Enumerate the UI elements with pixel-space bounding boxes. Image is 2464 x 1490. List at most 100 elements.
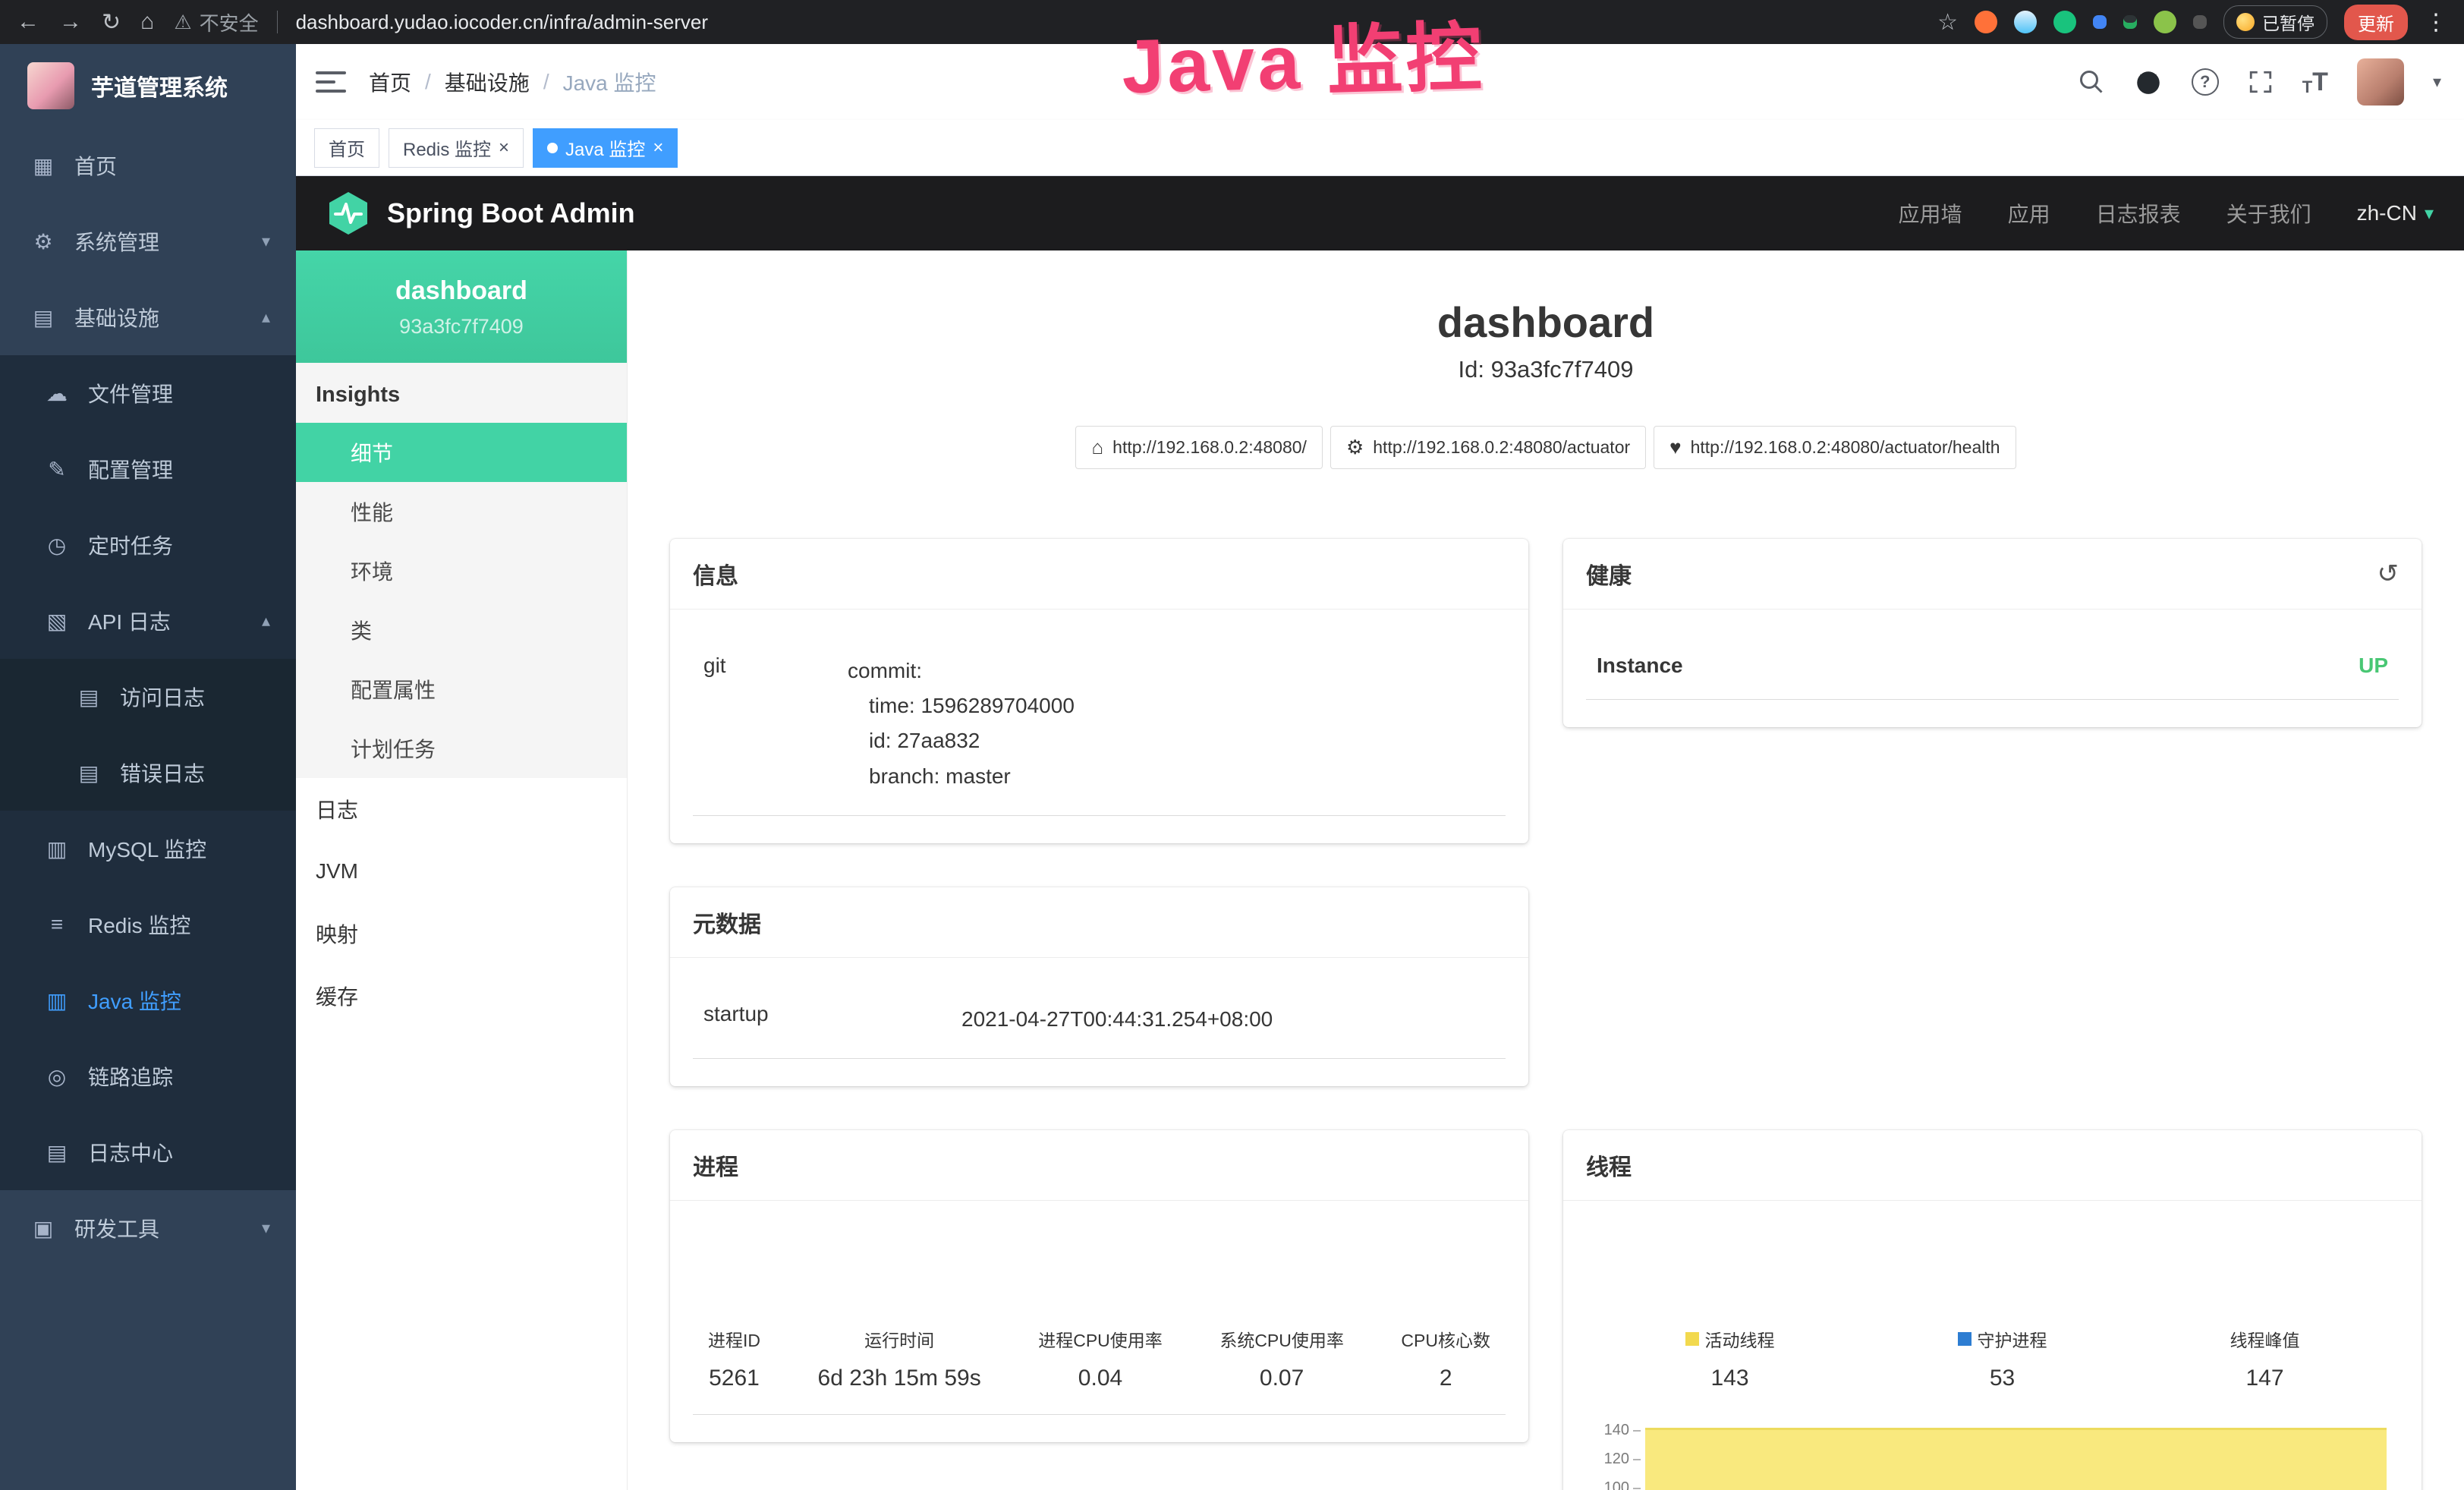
security-label: 不安全: [200, 8, 259, 36]
instance-id: 93a3fc7f7409: [304, 315, 619, 339]
sba-brand[interactable]: Spring Boot Admin: [387, 197, 635, 229]
sba-nav-applications[interactable]: 应用: [2008, 198, 2050, 228]
avatar-caret-icon[interactable]: ▾: [2433, 72, 2441, 92]
sba-item-classes[interactable]: 类: [296, 600, 627, 660]
sba-item-logs[interactable]: 日志: [296, 778, 627, 840]
close-icon[interactable]: ×: [499, 139, 509, 157]
leaf-extension-icon[interactable]: [2154, 11, 2176, 33]
daemon-threads-swatch: [1958, 1332, 1972, 1346]
health-url-link[interactable]: ♥ http://192.168.0.2:48080/actuator/heal…: [1654, 426, 2016, 469]
admin-topbar: 首页 / 基础设施 / Java 监控 ?: [296, 44, 2464, 120]
home-icon[interactable]: ⌂: [140, 9, 154, 35]
service-url-link[interactable]: ⌂ http://192.168.0.2:48080/: [1075, 426, 1323, 469]
sidebar-item-access-log[interactable]: ▤ 访问日志: [0, 659, 296, 735]
info-card: 信息 git commit: time: 1596289704000 id: 2…: [670, 539, 1528, 843]
github-icon[interactable]: [2134, 68, 2163, 96]
sidebar-item-redis-monitor[interactable]: ≡ Redis 监控: [0, 887, 296, 962]
user-avatar[interactable]: [2357, 58, 2404, 106]
extension-icon-1[interactable]: [1975, 11, 1997, 33]
caret-down-icon: ▾: [2425, 203, 2434, 225]
breadcrumb-home[interactable]: 首页: [369, 67, 411, 97]
sba-item-metrics[interactable]: 性能: [296, 482, 627, 541]
tab-redis-monitor[interactable]: Redis 监控 ×: [389, 128, 524, 168]
sidebar-item-system[interactable]: ⚙ 系统管理 ▾: [0, 203, 296, 279]
reload-icon[interactable]: ↻: [102, 9, 121, 36]
fullscreen-icon[interactable]: [2248, 69, 2274, 95]
app-logo[interactable]: 芋道管理系统: [0, 44, 296, 128]
history-icon[interactable]: ↺: [2377, 559, 2399, 589]
search-icon[interactable]: [2078, 68, 2105, 96]
extension-icon-2[interactable]: [2014, 11, 2037, 33]
extension-icon-3[interactable]: [2053, 11, 2076, 33]
sidebar-item-log-center[interactable]: ▤ 日志中心: [0, 1114, 296, 1190]
monitor-icon: ▥: [44, 988, 70, 1013]
gear-icon: ⚙: [30, 229, 56, 254]
browser-menu-icon[interactable]: ⋮: [2425, 9, 2447, 36]
sba-item-mappings[interactable]: 映射: [296, 903, 627, 965]
home-icon: ⌂: [1091, 436, 1103, 459]
page-url: dashboard.yudao.iocoder.cn/infra/admin-s…: [296, 11, 708, 34]
health-card-title: 健康: [1586, 557, 1632, 591]
sidebar-item-mysql-monitor[interactable]: ▥ MySQL 监控: [0, 811, 296, 887]
sidebar-item-dev-tools[interactable]: ▣ 研发工具 ▾: [0, 1190, 296, 1266]
breadcrumb-infra[interactable]: 基础设施: [445, 67, 530, 97]
metadata-card-title: 元数据: [693, 906, 761, 939]
sba-nav-journal[interactable]: 日志报表: [2096, 198, 2181, 228]
address-bar[interactable]: ⚠ 不安全 dashboard.yudao.iocoder.cn/infra/a…: [174, 8, 708, 36]
sba-item-caches[interactable]: 缓存: [296, 965, 627, 1027]
instance-header[interactable]: dashboard 93a3fc7f7409: [296, 250, 627, 363]
live-threads-area: [1645, 1428, 2387, 1490]
threads-chart: 140 120 100: [1586, 1422, 2399, 1490]
omnibox-divider: [277, 11, 278, 33]
paused-badge[interactable]: 已暂停: [2223, 5, 2327, 39]
back-icon[interactable]: ←: [17, 9, 39, 35]
extension-icon-7[interactable]: [2193, 15, 2207, 29]
logo-avatar: [27, 62, 74, 109]
tab-java-monitor[interactable]: Java 监控 ×: [533, 128, 678, 168]
sidebar-item-error-log[interactable]: ▤ 错误日志: [0, 735, 296, 811]
sidebar-item-infra[interactable]: ▤ 基础设施 ▴: [0, 279, 296, 355]
sba-header: Spring Boot Admin 应用墙 应用 日志报表 关于我们 zh-CN…: [296, 176, 2464, 250]
sidebar-item-file-manage[interactable]: ☁ 文件管理: [0, 355, 296, 431]
collapse-sidebar-icon[interactable]: [316, 71, 346, 93]
document-icon: ▤: [76, 685, 102, 710]
bookmark-star-icon[interactable]: ☆: [1937, 9, 1958, 36]
actuator-url-link[interactable]: ⚙ http://192.168.0.2:48080/actuator: [1330, 426, 1646, 469]
infra-icon: ▤: [30, 305, 56, 330]
status-badge: UP: [2359, 654, 2388, 678]
sba-item-config-props[interactable]: 配置属性: [296, 660, 627, 719]
help-icon[interactable]: ?: [2192, 68, 2219, 96]
font-size-icon[interactable]: TT: [2302, 68, 2328, 97]
sidebar-item-config-manage[interactable]: ✎ 配置管理: [0, 431, 296, 507]
chevron-up-icon: ▴: [262, 611, 270, 631]
clock-icon: ◷: [44, 533, 70, 558]
breadcrumb: 首页 / 基础设施 / Java 监控: [369, 67, 656, 97]
metadata-value: 2021-04-27T00:44:31.254+08:00: [961, 1002, 1273, 1037]
chevron-down-icon: ▾: [262, 1218, 270, 1238]
insights-section-label: Insights: [296, 363, 627, 423]
puzzle-extension-icon[interactable]: [2093, 15, 2107, 29]
close-icon[interactable]: ×: [653, 139, 663, 157]
switch-on-extension-icon[interactable]: [2123, 15, 2137, 29]
breadcrumb-separator: /: [425, 70, 431, 94]
sba-item-jvm[interactable]: JVM: [296, 840, 627, 903]
dashboard-icon: ▦: [30, 153, 56, 178]
sba-item-environment[interactable]: 环境: [296, 541, 627, 600]
sba-nav-wallboard[interactable]: 应用墙: [1899, 198, 1962, 228]
sba-item-details[interactable]: 细节: [296, 423, 627, 482]
chevron-up-icon: ▴: [262, 307, 270, 327]
sidebar-item-home[interactable]: ▦ 首页: [0, 128, 296, 203]
sidebar-item-api-log[interactable]: ▧ API 日志 ▴: [0, 583, 296, 659]
sba-nav-about[interactable]: 关于我们: [2226, 198, 2311, 228]
sba-locale-select[interactable]: zh-CN ▾: [2357, 201, 2434, 225]
sidebar-item-trace[interactable]: ◎ 链路追踪: [0, 1038, 296, 1114]
browser-chrome: ← → ↻ ⌂ ⚠ 不安全 dashboard.yudao.iocoder.cn…: [0, 0, 2464, 44]
sba-item-scheduled-tasks[interactable]: 计划任务: [296, 719, 627, 778]
document-icon: ▤: [76, 761, 102, 786]
health-card: 健康 ↺ Instance UP: [1563, 539, 2422, 727]
forward-icon[interactable]: →: [59, 9, 82, 35]
tab-home[interactable]: 首页: [314, 128, 379, 168]
sidebar-item-java-monitor[interactable]: ▥ Java 监控: [0, 962, 296, 1038]
sidebar-item-scheduled-task[interactable]: ◷ 定时任务: [0, 507, 296, 583]
update-button[interactable]: 更新: [2344, 5, 2408, 40]
